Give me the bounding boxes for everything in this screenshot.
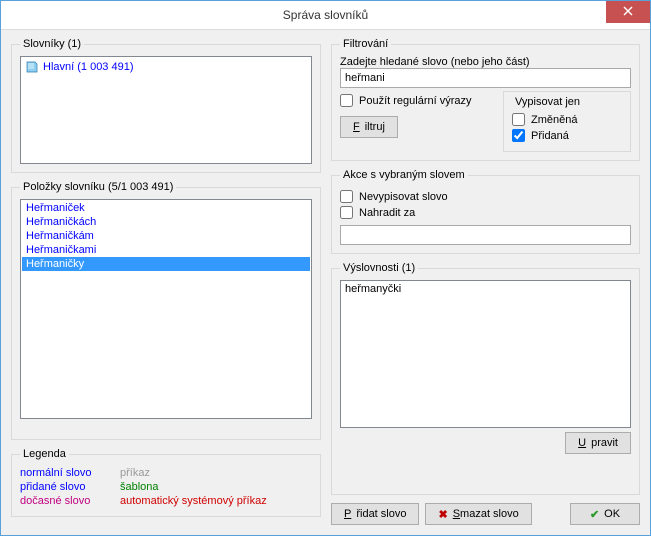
close-icon bbox=[623, 6, 633, 19]
list-item[interactable]: Heřmaničkám bbox=[22, 229, 310, 243]
entries-heading: Položky slovníku (5/1 003 491) bbox=[20, 181, 176, 193]
dictionaries-list[interactable]: Hlavní (1 003 491) bbox=[20, 56, 312, 164]
bottom-buttons: Přidat slovo ✖ Smazat slovo ✔ OK bbox=[331, 503, 640, 525]
pronunciation-heading: Výslovnosti (1) bbox=[340, 262, 418, 274]
search-input[interactable] bbox=[340, 68, 631, 88]
actions-group: Akce s vybraným slovem Nevypisovat slovo… bbox=[331, 169, 640, 254]
check-icon: ✔ bbox=[590, 508, 599, 521]
legend-cmd: příkaz bbox=[120, 466, 220, 480]
filter-group: Filtrování Zadejte hledané slovo (nebo j… bbox=[331, 38, 640, 161]
list-item[interactable]: Heřmaničkách bbox=[22, 215, 310, 229]
regex-checkbox[interactable] bbox=[340, 94, 353, 107]
legend-heading: Legenda bbox=[20, 448, 69, 460]
left-column: Slovníky (1) Hlavní (1 003 491) Položky … bbox=[11, 38, 321, 525]
filter-prompt: Zadejte hledané slovo (nebo jeho část) bbox=[340, 56, 631, 68]
pronunciation-item[interactable]: heřmanyčki bbox=[345, 283, 626, 295]
filter-button[interactable]: Filtruj bbox=[340, 116, 398, 138]
titlebar: Správa slovníků bbox=[1, 1, 650, 30]
entries-list[interactable]: Heřmaniček Heřmaničkách Heřmaničkám Heřm… bbox=[20, 199, 312, 419]
dictionary-item[interactable]: Hlavní (1 003 491) bbox=[23, 59, 309, 75]
replace-input bbox=[340, 225, 631, 245]
actions-heading: Akce s vybraným slovem bbox=[340, 169, 468, 181]
list-item[interactable]: Heřmaničkami bbox=[22, 243, 310, 257]
show-only-group: Vypisovat jen Změněná Přidaná bbox=[503, 91, 631, 152]
suppress-checkbox[interactable] bbox=[340, 190, 353, 203]
added-label: Přidaná bbox=[531, 130, 569, 142]
added-checkbox[interactable] bbox=[512, 129, 525, 142]
regex-label: Použít regulární výrazy bbox=[359, 95, 472, 107]
ok-button[interactable]: ✔ OK bbox=[570, 503, 640, 525]
regex-checkbox-row[interactable]: Použít regulární výrazy bbox=[340, 94, 493, 107]
list-item[interactable]: Heřmaničky bbox=[22, 257, 310, 271]
dictionary-item-label: Hlavní (1 003 491) bbox=[43, 61, 134, 73]
close-button[interactable] bbox=[606, 1, 650, 23]
right-column: Filtrování Zadejte hledané slovo (nebo j… bbox=[331, 38, 640, 525]
legend-group: Legenda normální slovo příkaz přidané sl… bbox=[11, 448, 321, 517]
added-checkbox-row[interactable]: Přidaná bbox=[512, 129, 622, 142]
changed-checkbox-row[interactable]: Změněná bbox=[512, 113, 622, 126]
dialog-window: Správa slovníků Slovníky (1) Hlavní (1 0… bbox=[0, 0, 651, 536]
legend-auto: automatický systémový příkaz bbox=[120, 494, 267, 508]
legend-added: přidané slovo bbox=[20, 480, 120, 494]
dictionaries-heading: Slovníky (1) bbox=[20, 38, 84, 50]
changed-checkbox[interactable] bbox=[512, 113, 525, 126]
legend-temp: dočasné slovo bbox=[20, 494, 120, 508]
ok-label: OK bbox=[604, 508, 620, 520]
filter-heading: Filtrování bbox=[340, 38, 391, 50]
delete-word-button[interactable]: ✖ Smazat slovo bbox=[425, 503, 531, 525]
dialog-body: Slovníky (1) Hlavní (1 003 491) Položky … bbox=[1, 30, 650, 535]
pronunciation-group: Výslovnosti (1) heřmanyčki Upravit bbox=[331, 262, 640, 495]
list-item[interactable]: Heřmaniček bbox=[22, 201, 310, 215]
dictionaries-group: Slovníky (1) Hlavní (1 003 491) bbox=[11, 38, 321, 173]
replace-label: Nahradit za bbox=[359, 207, 415, 219]
show-only-heading: Vypisovat jen bbox=[512, 96, 583, 108]
dictionary-icon bbox=[25, 60, 39, 74]
legend-tmpl: šablona bbox=[120, 480, 220, 494]
replace-checkbox[interactable] bbox=[340, 206, 353, 219]
replace-checkbox-row[interactable]: Nahradit za bbox=[340, 206, 631, 219]
edit-button[interactable]: Upravit bbox=[565, 432, 631, 454]
add-word-button[interactable]: Přidat slovo bbox=[331, 503, 419, 525]
changed-label: Změněná bbox=[531, 114, 577, 126]
pronunciation-list[interactable]: heřmanyčki bbox=[340, 280, 631, 428]
suppress-label: Nevypisovat slovo bbox=[359, 191, 448, 203]
suppress-checkbox-row[interactable]: Nevypisovat slovo bbox=[340, 190, 631, 203]
window-title: Správa slovníků bbox=[1, 8, 650, 22]
delete-icon: ✖ bbox=[438, 508, 447, 521]
entries-group: Položky slovníku (5/1 003 491) Heřmaniče… bbox=[11, 181, 321, 440]
legend-normal: normální slovo bbox=[20, 466, 120, 480]
